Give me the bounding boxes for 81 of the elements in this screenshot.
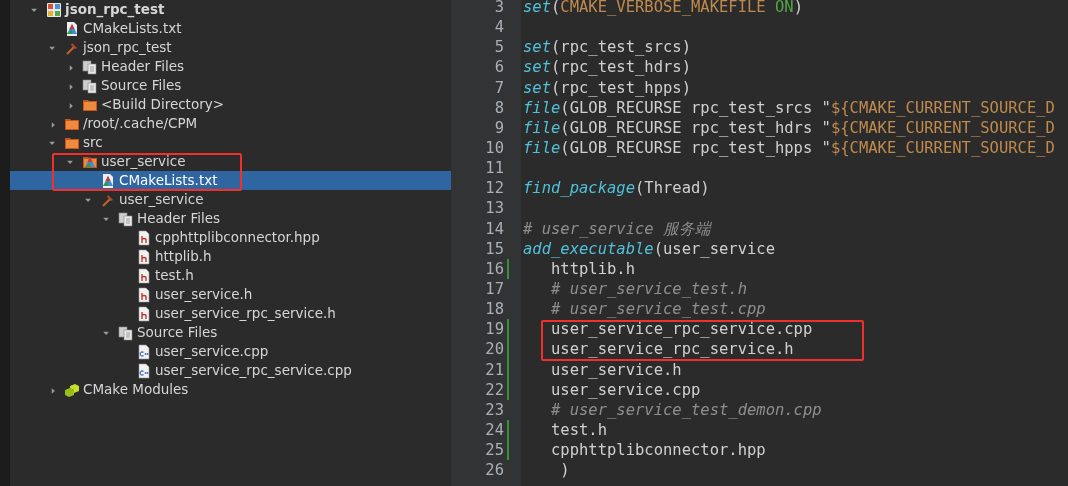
code-line: test.h (550, 419, 607, 441)
code-line: cpphttplibconnector.hpp (550, 440, 766, 461)
code-line: add_executable(user_service (523, 238, 775, 259)
code-line: file(GLOB_RECURSE rpc_test_hdrs "${CMAKE_CURRENT_SOURCE_D (523, 117, 1055, 138)
header-file-icon (136, 305, 152, 322)
code-line: user_service_rpc_service.h (550, 339, 794, 360)
code-line: set(rpc_test_hdrs) (523, 57, 691, 78)
line-number: 15 (485, 238, 504, 259)
files-icon (118, 324, 134, 341)
code-line: set(rpc_test_hpps) (523, 77, 691, 98)
tree-item[interactable]: user_service.cpp (10, 342, 451, 361)
code-line: set(rpc_test_srcs) (523, 37, 691, 58)
line-number: 24 (485, 419, 504, 441)
code-line: user_service.h (550, 359, 682, 380)
cmake-file-icon (100, 172, 116, 189)
line-number: 26 (485, 460, 504, 481)
line-number: 25 (485, 440, 504, 461)
tree-item[interactable]: CMakeLists.txt (10, 19, 451, 38)
tree-item[interactable]: Header Files (10, 57, 451, 76)
line-number: 21 (485, 359, 504, 380)
code-line: set(CMAKE_VERBOSE_MAKEFILE ON) (523, 0, 803, 18)
header-file-icon (136, 267, 152, 284)
tree-item[interactable]: json_rpc_test (10, 38, 451, 57)
line-number: 14 (485, 218, 504, 239)
tree-item[interactable]: Header Files (10, 209, 451, 228)
tree-item[interactable]: test.h (10, 266, 451, 285)
code-line: httplib.h (550, 258, 635, 279)
code-line: find_package(Thread) (523, 178, 710, 199)
line-number: 17 (485, 278, 504, 300)
code-line: # user_service_test.h (550, 278, 747, 300)
code-line: file(GLOB_RECURSE rpc_test_srcs "${CMAKE_CURRENT_SOURCE_D (523, 97, 1055, 118)
tree-item[interactable]: Source Files (10, 76, 451, 95)
line-number: 19 (485, 319, 504, 340)
line-number: 6 (494, 57, 504, 78)
line-number: 18 (485, 299, 504, 320)
header-file-icon (136, 248, 152, 265)
line-number: 3 (494, 0, 504, 18)
line-number: 13 (485, 198, 504, 219)
tree-item[interactable]: user_service (10, 190, 451, 209)
project-icon (46, 1, 62, 18)
line-number: 23 (485, 399, 504, 420)
line-number: 20 (485, 339, 504, 360)
tree-item[interactable]: src (10, 133, 451, 152)
line-number: 12 (485, 178, 504, 199)
tree-item[interactable]: json_rpc_test (10, 0, 451, 19)
tree-item[interactable]: user_service_rpc_service.cpp (10, 361, 451, 380)
line-number: 5 (494, 37, 504, 58)
tree-item[interactable]: user_service.h (10, 285, 451, 304)
code-line: # user_service_test_demon.cpp (550, 399, 822, 420)
code-line: # user_service_test.cpp (550, 299, 766, 320)
line-number: 11 (485, 158, 504, 179)
tree-item[interactable]: /root/.cache/CPM (10, 114, 451, 133)
line-number: 22 (485, 379, 504, 400)
cpp-file-icon (136, 362, 152, 379)
tree-item[interactable]: cpphttplibconnector.hpp (10, 228, 451, 247)
code-line: # user_service 服务端 (523, 218, 711, 239)
tree-item[interactable]: httplib.h (10, 247, 451, 266)
tree-item[interactable]: user_service (10, 152, 451, 171)
header-file-icon (136, 286, 152, 303)
tree-item[interactable]: CMake Modules (10, 380, 451, 399)
tree-item[interactable]: user_service_rpc_service.h (10, 304, 451, 323)
cmake-file-icon (64, 20, 80, 37)
line-number: 10 (485, 138, 504, 159)
line-number: 8 (494, 97, 504, 118)
files-icon (82, 58, 98, 75)
code-line: ) (559, 460, 570, 481)
files-icon (118, 210, 134, 227)
line-number: 4 (494, 17, 504, 38)
code-line: file(GLOB_RECURSE rpc_test_hpps "${CMAKE_CURRENT_SOURCE_D (523, 138, 1055, 159)
modules-icon (64, 381, 80, 398)
header-file-icon (136, 229, 152, 246)
code-line: user_service_rpc_service.cpp (550, 319, 813, 340)
tree-item[interactable]: CMakeLists.txt (10, 171, 451, 190)
cpp-file-icon (136, 343, 152, 360)
line-number: 7 (494, 77, 504, 98)
tree-item[interactable]: <Build Directory> (10, 95, 451, 114)
line-number: 9 (494, 117, 504, 138)
code-line: user_service.cpp (550, 379, 701, 400)
tree-item[interactable]: Source Files (10, 323, 451, 342)
line-number: 16 (485, 258, 504, 279)
files-icon (82, 77, 98, 94)
